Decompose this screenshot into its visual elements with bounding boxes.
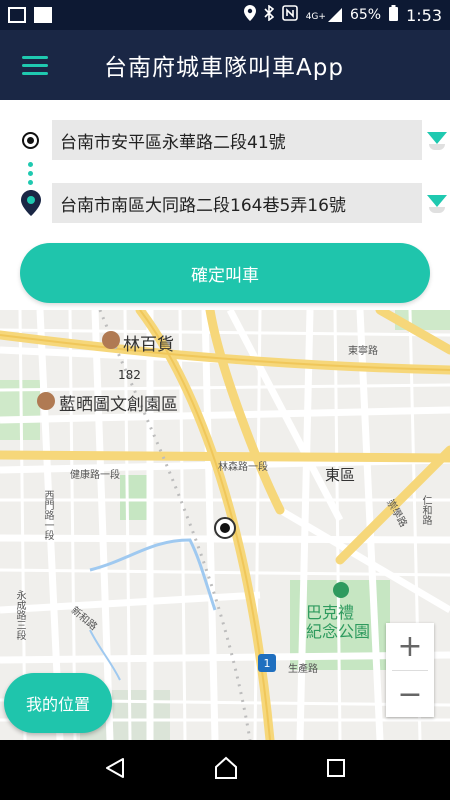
app-title: 台南府城車隊叫車App	[104, 55, 344, 81]
confirm-call-button[interactable]: 確定叫車	[20, 243, 430, 303]
signal-icon: 4G+	[306, 8, 342, 22]
road-label-yongcheng: 永成路三段	[14, 590, 25, 640]
hamburger-menu-icon[interactable]	[0, 30, 70, 100]
destination-row: 台南市南區大同路二段164巷5弄16號	[0, 183, 450, 223]
battery-percent: 65%	[349, 7, 382, 23]
my-location-button[interactable]: 我的位置	[4, 673, 112, 733]
destination-dropdown-icon[interactable]	[427, 195, 447, 207]
destination-pin-icon	[21, 190, 41, 220]
road-label-renhe: 仁和路	[420, 495, 431, 525]
district-label: 東區	[325, 466, 356, 484]
zoom-in-button[interactable]: +	[386, 623, 434, 670]
nfc-icon	[281, 5, 298, 25]
park-poi-icon[interactable]	[333, 582, 349, 598]
origin-address-field[interactable]: 台南市安平區永華路二段41號	[52, 120, 422, 160]
origin-marker-icon	[22, 132, 39, 149]
zoom-out-button[interactable]: −	[386, 671, 434, 718]
department-store-poi-icon[interactable]	[102, 331, 120, 349]
park-label[interactable]: 巴克禮 紀念公園	[306, 603, 370, 641]
network-type-text: 4G+	[305, 12, 326, 22]
back-icon[interactable]	[104, 757, 126, 783]
dropdown-shadow	[429, 144, 445, 150]
road-label-jiankang: 健康路一段	[70, 470, 120, 481]
road-label-linsen: 林森路一段	[218, 462, 268, 473]
status-bar: 4G+ 65% 1:53	[0, 0, 450, 30]
origin-row: 台南市安平區永華路二段41號	[0, 120, 450, 160]
location-status-icon	[243, 5, 256, 25]
route-182-label: 182	[118, 368, 141, 382]
battery-icon	[389, 5, 399, 25]
road-label-ximen: 西門路一段	[42, 490, 53, 540]
highway-1-shield: 1	[258, 654, 276, 672]
clock: 1:53	[406, 5, 442, 25]
road-label-shengchan: 生產路	[288, 664, 318, 675]
notification-icon	[34, 7, 52, 23]
bluetooth-icon	[264, 4, 274, 25]
system-nav-bar	[0, 740, 450, 800]
app-bar: 台南府城車隊叫車App	[0, 30, 450, 100]
poi-label-bluedis[interactable]: 藍晒圖文創園區	[59, 390, 178, 415]
image-notification-icon	[8, 7, 26, 23]
current-location-marker-icon	[213, 516, 237, 540]
creative-park-poi-icon[interactable]	[37, 392, 55, 410]
zoom-controls: + −	[386, 623, 434, 717]
destination-address-field[interactable]: 台南市南區大同路二段164巷5弄16號	[52, 183, 422, 223]
origin-dropdown-icon[interactable]	[427, 132, 447, 144]
recents-icon[interactable]	[326, 758, 346, 782]
poi-label-linbai[interactable]: 林百貨	[123, 330, 174, 355]
road-label-dongning: 東寧路	[348, 346, 378, 357]
home-icon[interactable]	[213, 756, 239, 784]
dropdown-shadow	[429, 207, 445, 213]
